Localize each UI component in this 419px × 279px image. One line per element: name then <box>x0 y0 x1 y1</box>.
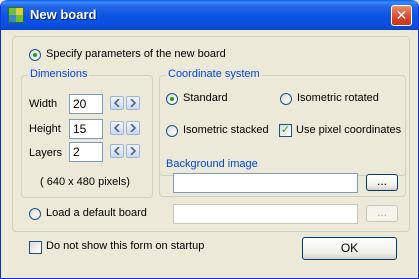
height-increase-button[interactable] <box>126 121 140 135</box>
do-not-show-label[interactable]: Do not show this form on startup <box>46 240 204 252</box>
default-board-browse-button[interactable]: ... <box>366 205 398 222</box>
close-icon: ✕ <box>395 7 408 23</box>
app-board-icon <box>8 7 24 23</box>
title-bar[interactable]: New board ✕ <box>1 0 418 30</box>
layers-input[interactable]: 2 <box>69 142 103 162</box>
ok-button[interactable]: OK <box>302 237 397 260</box>
layers-decrease-button[interactable] <box>110 144 124 158</box>
isometric-rotated-label[interactable]: Isometric rotated <box>297 92 379 104</box>
do-not-show-checkbox[interactable] <box>29 241 42 254</box>
specify-parameters-radio[interactable] <box>29 49 41 61</box>
chevron-right-icon <box>130 124 136 132</box>
isometric-stacked-label[interactable]: Isometric stacked <box>183 124 269 136</box>
chevron-left-icon <box>114 99 120 107</box>
layers-label: Layers <box>29 147 63 159</box>
chevron-left-icon <box>114 124 120 132</box>
default-board-input[interactable] <box>173 204 358 224</box>
width-increase-button[interactable] <box>126 96 140 110</box>
background-image-browse-button[interactable]: ... <box>366 174 398 191</box>
load-default-board-label[interactable]: Load a default board <box>46 207 147 219</box>
chevron-left-icon <box>114 147 120 155</box>
specify-parameters-label[interactable]: Specify parameters of the new board <box>46 48 226 60</box>
isometric-rotated-radio[interactable] <box>280 93 292 105</box>
coordinate-system-legend: Coordinate system <box>166 68 262 80</box>
window-title: New board <box>30 7 97 22</box>
width-decrease-button[interactable] <box>110 96 124 110</box>
isometric-stacked-radio[interactable] <box>166 125 178 137</box>
chevron-right-icon <box>130 99 136 107</box>
standard-label[interactable]: Standard <box>183 92 228 104</box>
background-image-input[interactable] <box>173 173 358 193</box>
new-board-dialog: New board ✕ Specify parameters of the ne… <box>0 0 419 279</box>
width-input[interactable]: 20 <box>69 94 103 114</box>
close-button[interactable]: ✕ <box>391 5 412 26</box>
use-pixel-coordinates-label[interactable]: Use pixel coordinates <box>296 124 401 136</box>
dialog-body: Specify parameters of the new board Dime… <box>4 30 415 275</box>
standard-radio[interactable] <box>166 93 178 105</box>
height-label: Height <box>29 123 61 135</box>
dimensions-legend: Dimensions <box>28 68 90 80</box>
use-pixel-coordinates-checkbox[interactable]: ✓ <box>279 124 292 137</box>
load-default-board-radio[interactable] <box>29 208 41 220</box>
chevron-right-icon <box>130 147 136 155</box>
background-image-legend: Background image <box>164 158 260 170</box>
width-label: Width <box>29 98 58 110</box>
layers-increase-button[interactable] <box>126 144 140 158</box>
height-decrease-button[interactable] <box>110 121 124 135</box>
pixel-size-text: ( 640 x 480 pixels) <box>40 176 130 188</box>
height-input[interactable]: 15 <box>69 119 103 139</box>
